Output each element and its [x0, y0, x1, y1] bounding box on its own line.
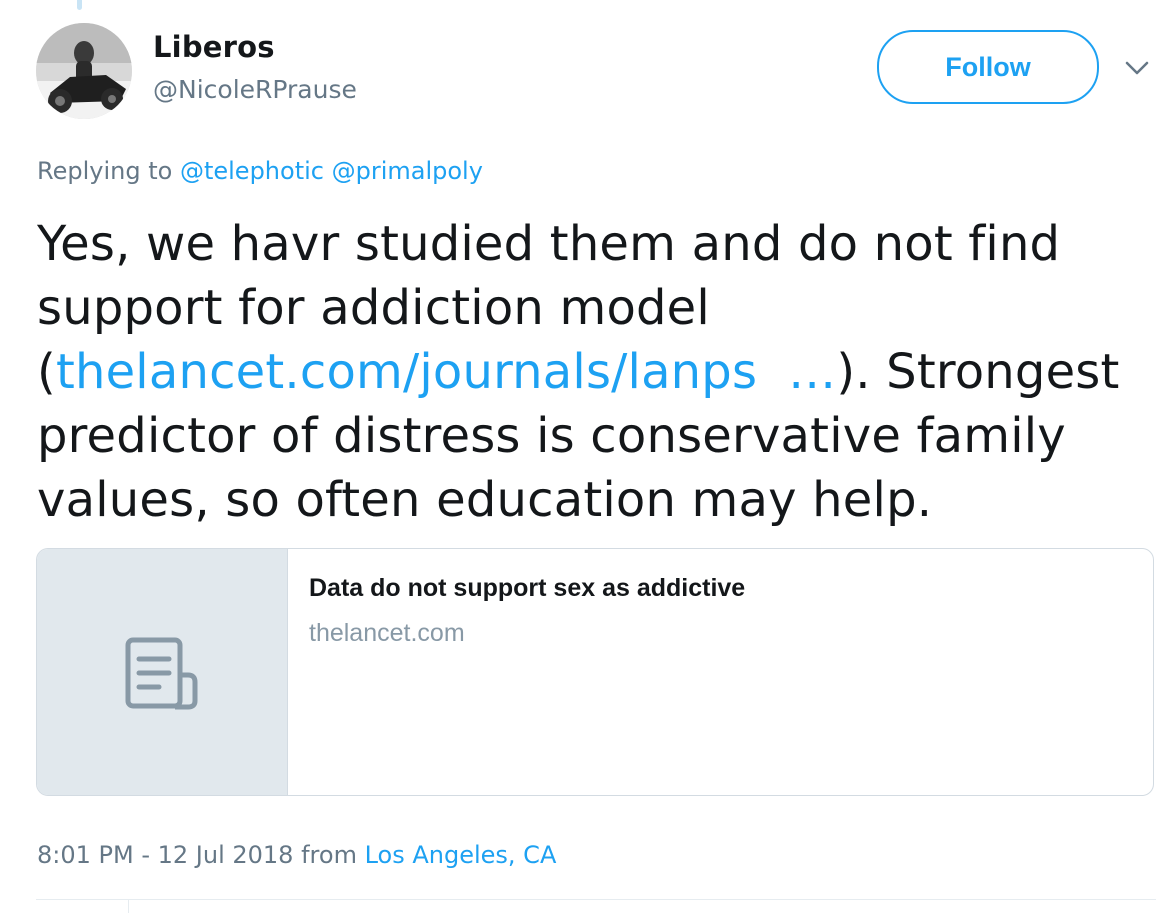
reply-context: Replying to @telephotic @primalpoly — [37, 157, 483, 185]
avatar-photo — [36, 23, 132, 119]
tweet-timestamp[interactable]: 8:01 PM - 12 Jul 2018 — [37, 841, 293, 869]
thread-connector — [77, 0, 82, 10]
document-icon — [125, 637, 198, 710]
card-thumbnail — [37, 549, 288, 795]
mention-link-telephotic[interactable]: @telephotic — [180, 157, 324, 185]
link-preview-card[interactable]: Data do not support sex as addictive the… — [36, 548, 1154, 796]
card-domain: thelancet.com — [309, 619, 465, 647]
reply-prefix: Replying to — [37, 157, 173, 185]
card-title: Data do not support sex as addictive — [309, 574, 746, 602]
tweet-text: Yes, we havr studied them and do not fin… — [37, 212, 1147, 532]
avatar[interactable] — [36, 23, 132, 119]
tweet: Liberos @NicoleRPrause Follow Replying t… — [0, 0, 1176, 913]
location-link[interactable]: Los Angeles, CA — [365, 841, 557, 869]
tweet-link[interactable]: thelancet.com/journals/lanps … — [56, 344, 836, 400]
divider — [36, 899, 1156, 900]
chevron-down-icon[interactable] — [1122, 56, 1152, 80]
divider-tick — [128, 899, 129, 913]
user-handle[interactable]: @NicoleRPrause — [153, 75, 357, 104]
follow-button[interactable]: Follow — [877, 30, 1099, 104]
display-name[interactable]: Liberos — [153, 30, 275, 64]
mention-link-primalpoly[interactable]: @primalpoly — [332, 157, 483, 185]
from-label: from — [301, 841, 357, 869]
tweet-metadata: 8:01 PM - 12 Jul 2018 from Los Angeles, … — [37, 841, 556, 869]
